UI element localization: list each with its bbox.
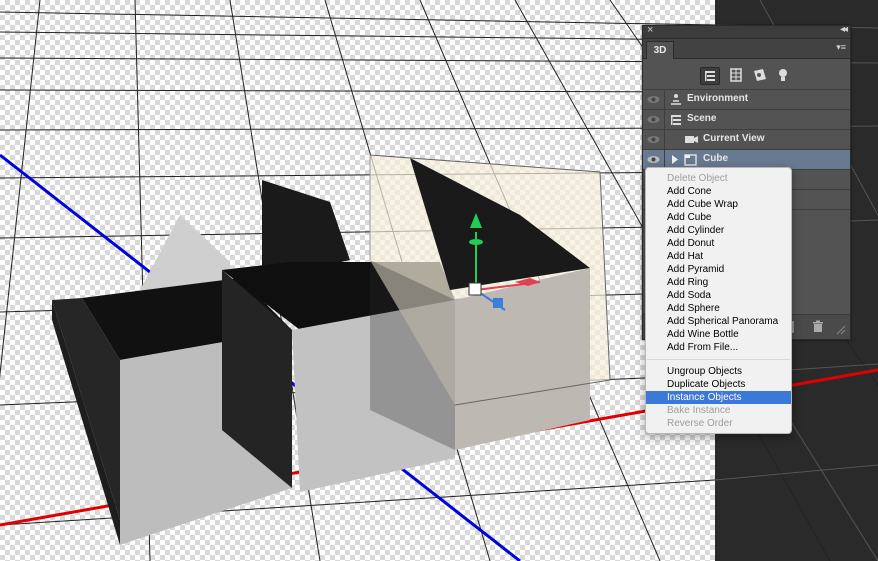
- menu-item-add-spherical-panorama[interactable]: Add Spherical Panorama: [646, 315, 791, 328]
- menu-item-duplicate-objects[interactable]: Duplicate Objects: [646, 378, 791, 391]
- menu-item-reverse-order[interactable]: Reverse Order: [646, 417, 791, 430]
- camera-icon: [685, 136, 698, 143]
- whole-scene-icon[interactable]: [700, 67, 720, 85]
- trash-icon[interactable]: [812, 320, 824, 333]
- layer-row-environment[interactable]: Environment: [643, 89, 850, 109]
- close-icon[interactable]: ×: [647, 24, 653, 36]
- menu-item-instance-objects[interactable]: Instance Objects: [646, 391, 791, 404]
- visibility-eye-icon[interactable]: [643, 130, 665, 149]
- menu-item-add-from-file[interactable]: Add From File...: [646, 341, 791, 354]
- panel-menu-icon[interactable]: ▾≡: [836, 42, 846, 53]
- menu-item-add-ring[interactable]: Add Ring: [646, 276, 791, 289]
- layer-label: Environment: [687, 93, 749, 104]
- environment-icon: [671, 94, 681, 105]
- menu-item-ungroup-objects[interactable]: Ungroup Objects: [646, 365, 791, 378]
- materials-icon[interactable]: [751, 67, 769, 83]
- collapse-icon[interactable]: ◂◂: [840, 24, 848, 35]
- folder-icon: [684, 154, 697, 166]
- lights-icon[interactable]: [774, 67, 792, 83]
- menu-item-add-wine-bottle[interactable]: Add Wine Bottle: [646, 328, 791, 341]
- menu-item-add-hat[interactable]: Add Hat: [646, 250, 791, 263]
- menu-item-add-cylinder[interactable]: Add Cylinder: [646, 224, 791, 237]
- menu-separator: [647, 359, 790, 360]
- layer-label: Cube: [703, 153, 728, 164]
- panel-tab-row: 3D ▾≡: [643, 39, 850, 59]
- menu-item-delete-object[interactable]: Delete Object: [646, 172, 791, 185]
- layer-label: Scene: [687, 113, 717, 124]
- layer-row-current-view[interactable]: Current View: [643, 129, 850, 149]
- context-menu: Delete Object Add Cone Add Cube Wrap Add…: [645, 167, 792, 434]
- visibility-eye-icon[interactable]: [643, 110, 665, 129]
- resize-grip-icon[interactable]: [836, 325, 846, 335]
- menu-item-bake-instance[interactable]: Bake Instance: [646, 404, 791, 417]
- menu-item-add-donut[interactable]: Add Donut: [646, 237, 791, 250]
- menu-item-add-soda[interactable]: Add Soda: [646, 289, 791, 302]
- menu-item-add-sphere[interactable]: Add Sphere: [646, 302, 791, 315]
- menu-item-add-cube[interactable]: Add Cube: [646, 211, 791, 224]
- filter-toolbar: [643, 59, 850, 90]
- menu-item-add-pyramid[interactable]: Add Pyramid: [646, 263, 791, 276]
- layer-label: Current View: [703, 133, 765, 144]
- menu-item-add-cone[interactable]: Add Cone: [646, 185, 791, 198]
- tab-3d[interactable]: 3D: [646, 41, 674, 59]
- layer-row-cube[interactable]: Cube: [643, 149, 850, 169]
- meshes-icon[interactable]: [727, 67, 745, 83]
- cube-object-3: [369, 154, 611, 450]
- menu-item-add-cube-wrap[interactable]: Add Cube Wrap: [646, 198, 791, 211]
- panel-titlebar: × ◂◂: [643, 24, 850, 39]
- layer-row-scene[interactable]: Scene: [643, 109, 850, 129]
- visibility-eye-icon[interactable]: [643, 90, 665, 109]
- expand-triangle-icon[interactable]: [671, 155, 679, 164]
- scene-icon: [671, 115, 681, 125]
